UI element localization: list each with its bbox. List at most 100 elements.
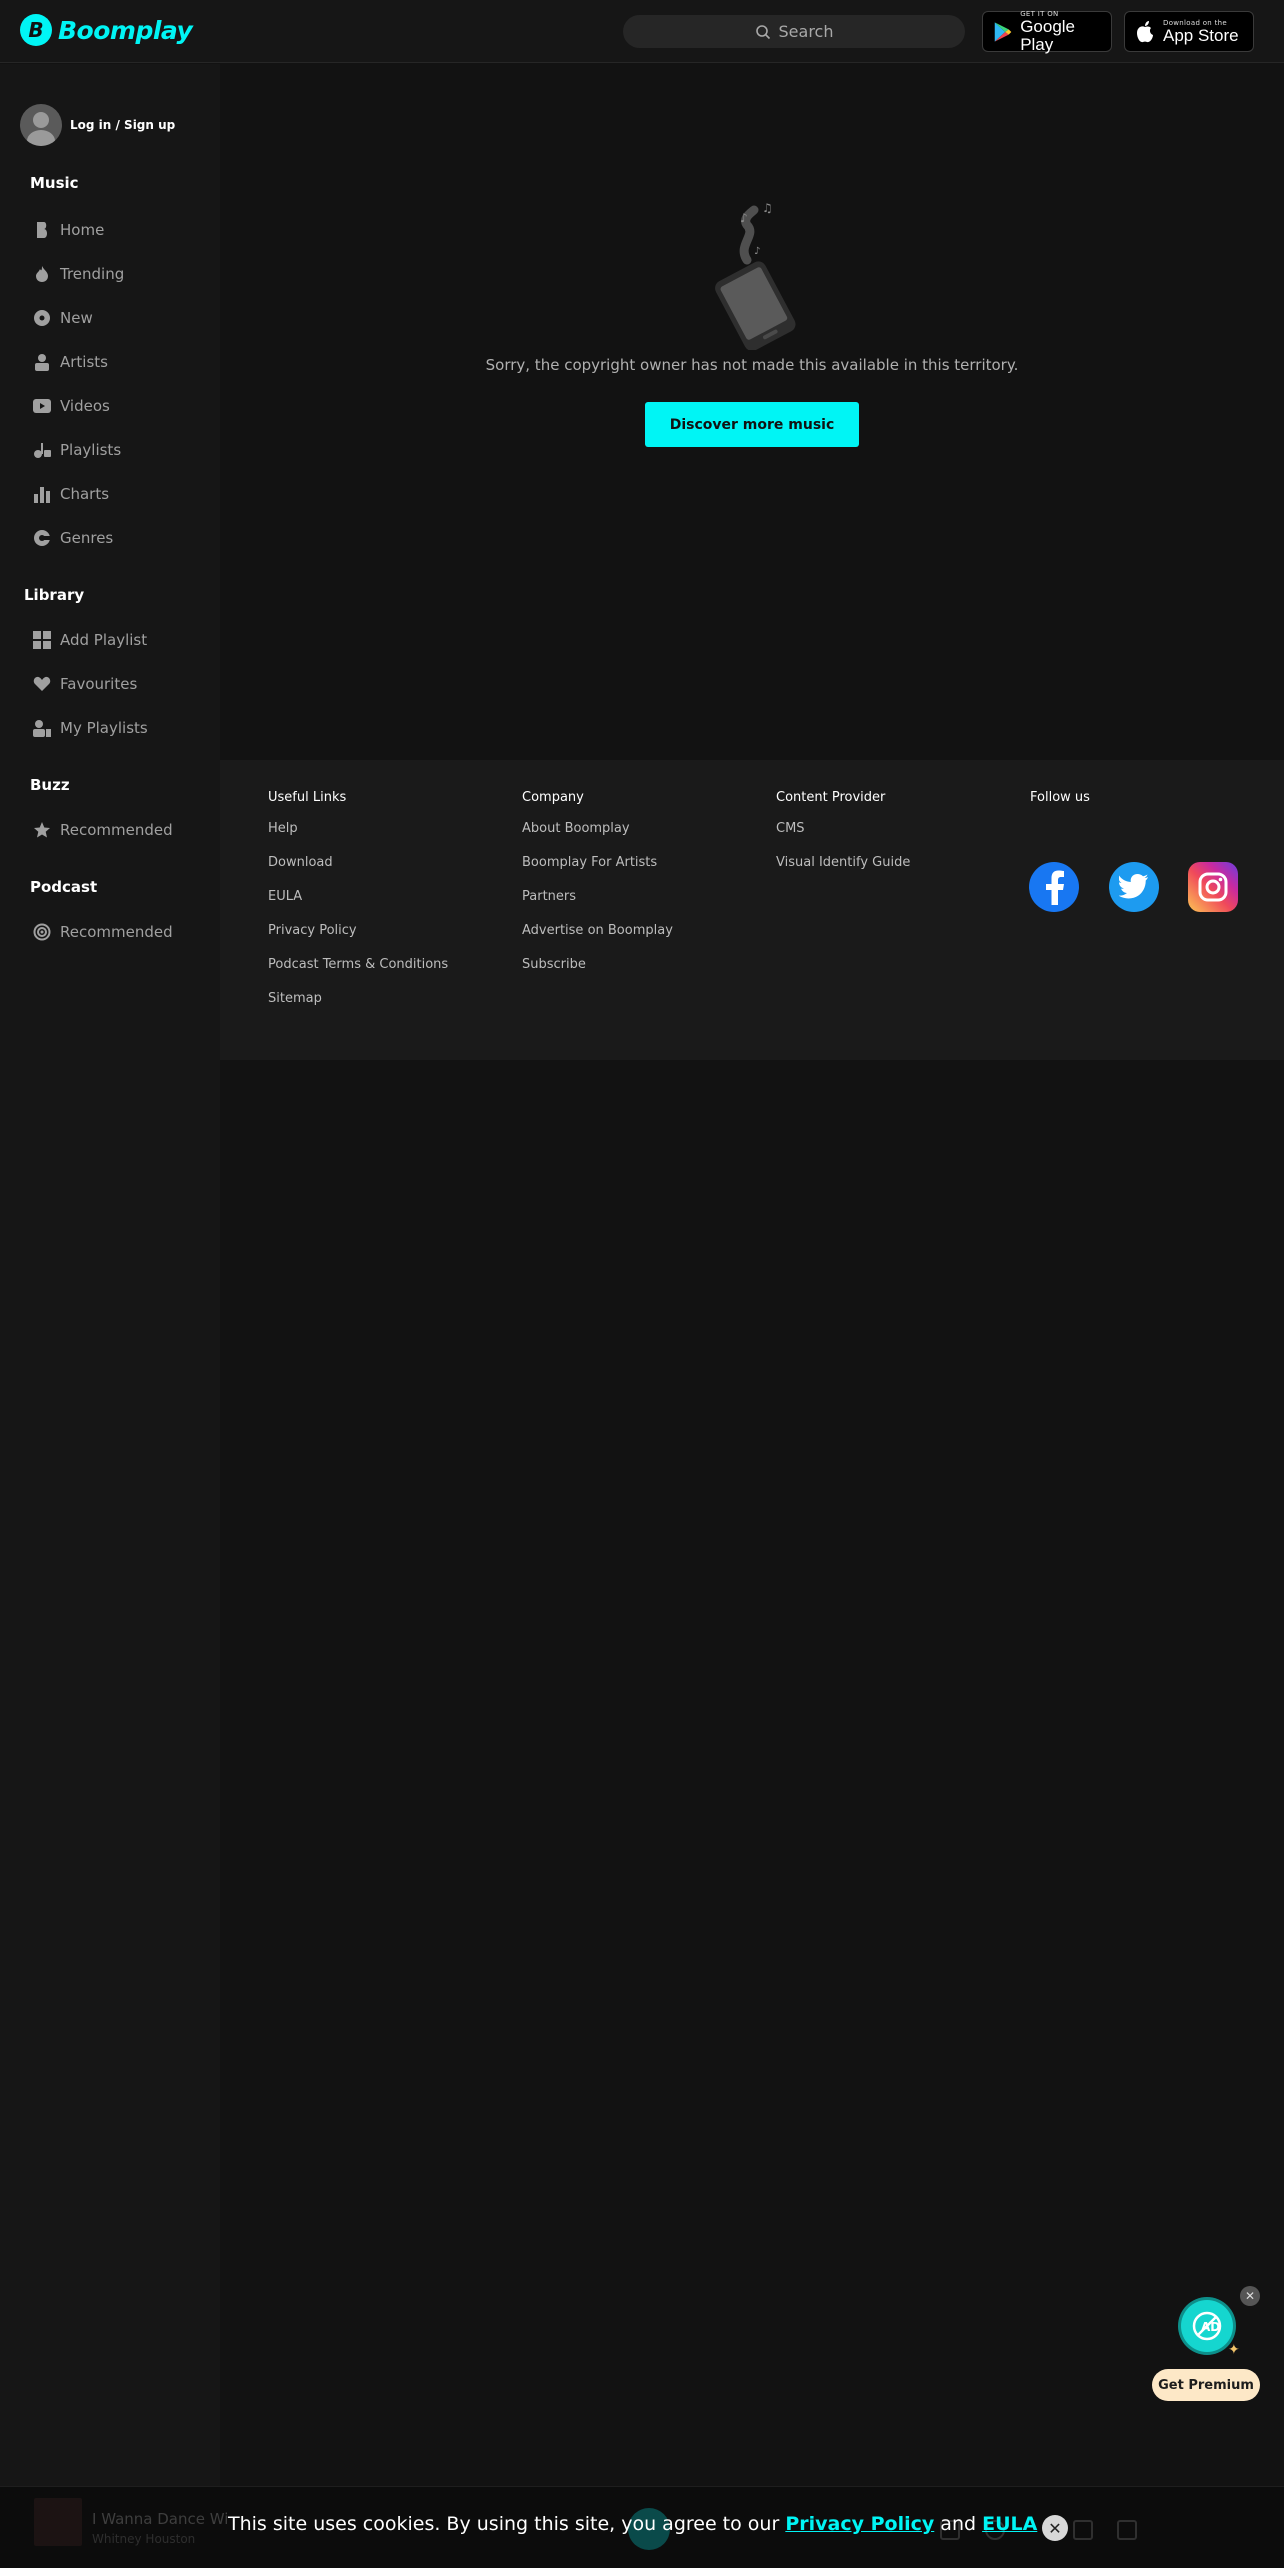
svg-text:AD: AD bbox=[1201, 2320, 1220, 2334]
sidebar-item-charts[interactable]: Charts bbox=[32, 482, 109, 506]
premium-close-icon[interactable]: ✕ bbox=[1240, 2286, 1260, 2306]
apple-icon bbox=[1137, 20, 1153, 42]
top-header: B Boomplay Search GET IT ON Google Play … bbox=[0, 0, 1284, 63]
queue-icon[interactable] bbox=[1073, 2520, 1093, 2540]
section-music: Music bbox=[30, 174, 79, 192]
logo-text: Boomplay bbox=[58, 15, 193, 45]
user-login[interactable]: Log in / Sign up bbox=[20, 104, 175, 146]
sidebar-item-new[interactable]: New bbox=[32, 306, 93, 330]
footer-follow-us: Follow us bbox=[1030, 790, 1090, 820]
footer-link-advertise[interactable]: Advertise on Boomplay bbox=[522, 922, 673, 956]
search-bar[interactable]: Search bbox=[623, 15, 965, 48]
home-icon bbox=[32, 220, 52, 240]
svg-text:♫: ♫ bbox=[762, 201, 773, 215]
footer-link-about[interactable]: About Boomplay bbox=[522, 820, 673, 854]
sidebar-item-label: Home bbox=[60, 221, 105, 239]
avatar bbox=[20, 104, 62, 146]
add-to-playlist-icon[interactable] bbox=[1117, 2520, 1137, 2540]
footer-link-visual-guide[interactable]: Visual Identify Guide bbox=[776, 854, 910, 888]
sidebar-item-label: Genres bbox=[60, 529, 114, 547]
sidebar-item-label: Playlists bbox=[60, 441, 122, 459]
footer-link-eula[interactable]: EULA bbox=[268, 888, 448, 922]
cookie-and: and bbox=[934, 2513, 983, 2535]
footer-heading: Follow us bbox=[1030, 790, 1090, 805]
footer-content-provider: Content Provider CMS Visual Identify Gui… bbox=[776, 790, 910, 888]
sidebar-item-label: New bbox=[60, 309, 93, 327]
sidebar-item-trending[interactable]: Trending bbox=[32, 262, 124, 286]
footer-link-sitemap[interactable]: Sitemap bbox=[268, 990, 448, 1024]
footer-link-for-artists[interactable]: Boomplay For Artists bbox=[522, 854, 673, 888]
footer-heading: Useful Links bbox=[268, 790, 347, 805]
footer-link-help[interactable]: Help bbox=[268, 820, 448, 854]
sidebar-item-label: Favourites bbox=[60, 675, 138, 693]
discover-more-music-button[interactable]: Discover more music bbox=[645, 402, 859, 447]
login-signup-link[interactable]: Log in / Sign up bbox=[70, 118, 175, 132]
logo-icon: B bbox=[20, 14, 52, 46]
search-icon bbox=[755, 24, 770, 39]
google-play-button[interactable]: GET IT ON Google Play bbox=[982, 10, 1112, 54]
video-icon bbox=[32, 396, 52, 416]
sparkle-icon: ✦ bbox=[1228, 2342, 1240, 2358]
star-icon bbox=[32, 820, 52, 840]
track-title[interactable]: I Wanna Dance Wi bbox=[92, 2510, 228, 2528]
sidebar-item-podcast-recommended[interactable]: Recommended bbox=[32, 920, 173, 944]
footer-link-download[interactable]: Download bbox=[268, 854, 448, 888]
genre-icon bbox=[32, 528, 52, 548]
premium-badge-icon[interactable]: AD bbox=[1181, 2300, 1233, 2352]
footer-link-cms[interactable]: CMS bbox=[776, 820, 910, 854]
sidebar-item-label: Artists bbox=[60, 353, 108, 371]
twitter-icon[interactable] bbox=[1109, 862, 1159, 912]
playlist-icon bbox=[32, 440, 52, 460]
search-placeholder: Search bbox=[778, 22, 834, 41]
sidebar: Log in / Sign up Music Home Trending New… bbox=[0, 64, 220, 2504]
svg-text:♪: ♪ bbox=[754, 246, 760, 257]
sidebar-item-videos[interactable]: Videos bbox=[32, 394, 110, 418]
add-playlist-icon bbox=[32, 630, 52, 650]
sidebar-item-add-playlist[interactable]: Add Playlist bbox=[32, 628, 147, 652]
sidebar-item-label: Charts bbox=[60, 485, 110, 503]
footer-link-podcast-terms[interactable]: Podcast Terms & Conditions bbox=[268, 956, 448, 990]
footer-link-privacy[interactable]: Privacy Policy bbox=[268, 922, 448, 956]
sidebar-item-playlists[interactable]: Playlists bbox=[32, 438, 121, 462]
heart-icon bbox=[32, 674, 52, 694]
app-store-button[interactable]: Download on the App Store bbox=[1124, 11, 1254, 52]
boomplay-logo[interactable]: B Boomplay bbox=[20, 14, 193, 46]
app-store-big: App Store bbox=[1163, 25, 1239, 45]
footer-heading: Company bbox=[522, 790, 584, 805]
my-playlists-icon bbox=[32, 718, 52, 738]
chart-icon bbox=[32, 484, 52, 504]
privacy-policy-link[interactable]: Privacy Policy bbox=[785, 2513, 934, 2535]
sidebar-item-label: Videos bbox=[60, 397, 110, 415]
new-disc-icon bbox=[32, 308, 52, 328]
google-play-big: Google Play bbox=[1020, 16, 1076, 54]
section-library: Library bbox=[24, 586, 85, 604]
flame-icon bbox=[32, 264, 52, 284]
sidebar-item-label: My Playlists bbox=[60, 719, 148, 737]
instagram-icon[interactable] bbox=[1188, 862, 1238, 912]
copyright-notice: Sorry, the copyright owner has not made … bbox=[485, 356, 1019, 374]
no-content-phone-illustration: ♪ ♫ ♪ bbox=[715, 201, 796, 350]
track-cover[interactable] bbox=[34, 2498, 82, 2546]
sidebar-item-favourites[interactable]: Favourites bbox=[32, 672, 137, 696]
sidebar-item-buzz-recommended[interactable]: Recommended bbox=[32, 818, 173, 842]
podcast-icon bbox=[32, 922, 52, 942]
facebook-icon[interactable] bbox=[1029, 862, 1079, 912]
sidebar-item-home[interactable]: Home bbox=[32, 218, 104, 242]
footer-link-partners[interactable]: Partners bbox=[522, 888, 673, 922]
cookie-banner: This site uses cookies. By using this si… bbox=[228, 2513, 1037, 2535]
footer-link-subscribe[interactable]: Subscribe bbox=[522, 956, 673, 990]
track-artist[interactable]: Whitney Houston bbox=[92, 2532, 195, 2546]
artist-icon bbox=[32, 352, 52, 372]
get-premium-button[interactable]: Get Premium bbox=[1152, 2369, 1260, 2401]
eula-link[interactable]: EULA bbox=[982, 2513, 1037, 2535]
google-play-icon bbox=[994, 21, 1012, 42]
footer-company: Company About Boomplay Boomplay For Arti… bbox=[522, 790, 673, 990]
sidebar-item-genres[interactable]: Genres bbox=[32, 526, 113, 550]
sidebar-item-label: Recommended bbox=[60, 821, 173, 839]
sidebar-item-label: Recommended bbox=[60, 923, 173, 941]
footer-useful-links: Useful Links Help Download EULA Privacy … bbox=[268, 790, 448, 1024]
sidebar-item-my-playlists[interactable]: My Playlists bbox=[32, 716, 148, 740]
sidebar-item-artists[interactable]: Artists bbox=[32, 350, 108, 374]
section-podcast: Podcast bbox=[30, 878, 98, 896]
cookie-close-icon[interactable]: ✕ bbox=[1042, 2515, 1068, 2541]
